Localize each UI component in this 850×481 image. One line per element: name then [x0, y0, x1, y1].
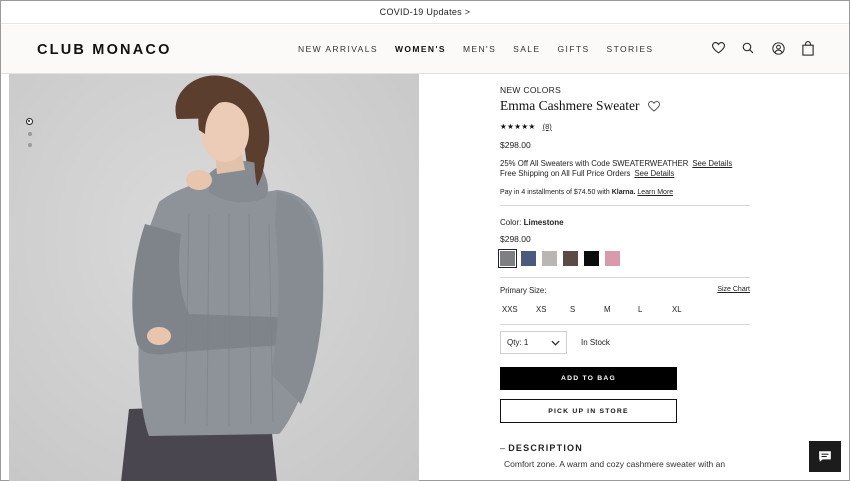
nav-womens[interactable]: WOMEN'S: [395, 44, 446, 54]
color-row: Color: Limestone: [500, 218, 750, 227]
description-toggle[interactable]: – DESCRIPTION: [500, 443, 750, 453]
promo-details-link-2[interactable]: See Details: [634, 169, 674, 178]
gallery-dot-1[interactable]: [26, 118, 33, 125]
logo[interactable]: CLUB MONACO: [37, 42, 172, 58]
wishlist-heart-icon[interactable]: [648, 100, 661, 112]
nav-gifts[interactable]: GIFTS: [557, 44, 589, 54]
chevron-down-icon: [551, 340, 560, 346]
color-swatches: [498, 249, 750, 278]
product-info: NEW COLORS Emma Cashmere Sweater ★★★★★ (…: [498, 85, 750, 469]
promo-block: 25% Off All Sweaters with Code SWEATERWE…: [500, 159, 750, 178]
header-icons: [711, 40, 815, 56]
title-row: Emma Cashmere Sweater: [500, 98, 750, 114]
stock-status: In Stock: [581, 338, 610, 347]
product-price: $298.00: [500, 140, 531, 150]
gallery-dot-3[interactable]: [27, 143, 32, 147]
account-icon[interactable]: [771, 40, 785, 56]
color-label: Color:: [500, 218, 522, 227]
gallery-dots: [26, 118, 33, 147]
klarna-block: Pay in 4 installments of $74.50 with Kla…: [500, 189, 750, 206]
product-image[interactable]: [9, 74, 419, 481]
klarna-text: Pay in 4 installments of $74.50 with: [500, 189, 610, 196]
size-option-s[interactable]: S: [568, 305, 602, 314]
nav-mens[interactable]: MEN'S: [463, 44, 496, 54]
quantity-value: Qty: 1: [507, 338, 529, 347]
bag-icon[interactable]: [801, 40, 815, 56]
color-swatch-blue[interactable]: [521, 251, 536, 266]
size-option-xxs[interactable]: XXS: [500, 305, 534, 314]
size-option-m[interactable]: M: [602, 305, 636, 314]
size-option-xs[interactable]: XS: [534, 305, 568, 314]
color-price: $298.00: [500, 234, 531, 244]
minus-icon: –: [500, 443, 507, 453]
product-title: Emma Cashmere Sweater: [500, 98, 640, 113]
search-icon[interactable]: [741, 40, 755, 56]
description-text: Comfort zone. A warm and cozy cashmere s…: [504, 459, 726, 469]
qty-row: Qty: 1 In Stock: [500, 331, 750, 354]
site-header: CLUB MONACO NEW ARRIVALS WOMEN'S MEN'S S…: [1, 25, 849, 74]
size-options: XXS XS S M L XL: [500, 305, 750, 325]
review-count-link[interactable]: (8): [543, 122, 552, 131]
size-option-l[interactable]: L: [636, 305, 670, 314]
size-header: Primary Size: Size Chart: [500, 286, 750, 295]
klarna-learn-more-link[interactable]: Learn More: [637, 189, 673, 196]
rating-stars: ★★★★★: [500, 122, 536, 131]
heart-icon[interactable]: [711, 40, 725, 56]
size-chart-link[interactable]: Size Chart: [717, 286, 750, 295]
nav-stories[interactable]: STORIES: [607, 44, 654, 54]
color-swatch-light-grey[interactable]: [542, 251, 557, 266]
add-to-bag-button[interactable]: ADD TO BAG: [500, 367, 677, 390]
chat-icon: [819, 451, 831, 462]
color-swatch-pink[interactable]: [605, 251, 620, 266]
rating: ★★★★★ (8): [500, 122, 750, 131]
color-swatch-limestone[interactable]: [498, 249, 517, 268]
promo-text-1: 25% Off All Sweaters with Code SWEATERWE…: [500, 159, 689, 168]
description-heading: DESCRIPTION: [508, 443, 583, 453]
size-option-xl[interactable]: XL: [670, 305, 704, 314]
color-value: Limestone: [523, 218, 564, 227]
quantity-select[interactable]: Qty: 1: [500, 331, 567, 354]
main-nav: NEW ARRIVALS WOMEN'S MEN'S SALE GIFTS ST…: [298, 44, 670, 54]
nav-sale[interactable]: SALE: [513, 44, 540, 54]
covid-updates-link[interactable]: COVID-19 Updates >: [380, 7, 471, 17]
klarna-brand: Klarna.: [611, 189, 636, 196]
promo-text-2: Free Shipping on All Full Price Orders: [500, 168, 631, 178]
announcement-bar: COVID-19 Updates >: [1, 1, 849, 24]
promo-details-link-1[interactable]: See Details: [692, 159, 732, 168]
pick-up-in-store-button[interactable]: PICK UP IN STORE: [500, 399, 677, 423]
color-swatch-brown[interactable]: [563, 251, 578, 266]
nav-new-arrivals[interactable]: NEW ARRIVALS: [298, 44, 378, 54]
size-label: Primary Size:: [500, 286, 547, 295]
product-eyebrow: NEW COLORS: [500, 85, 562, 95]
gallery-dot-2[interactable]: [27, 132, 32, 136]
model-photo: [121, 75, 324, 481]
chat-button[interactable]: [809, 441, 841, 472]
color-swatch-black[interactable]: [584, 251, 599, 266]
